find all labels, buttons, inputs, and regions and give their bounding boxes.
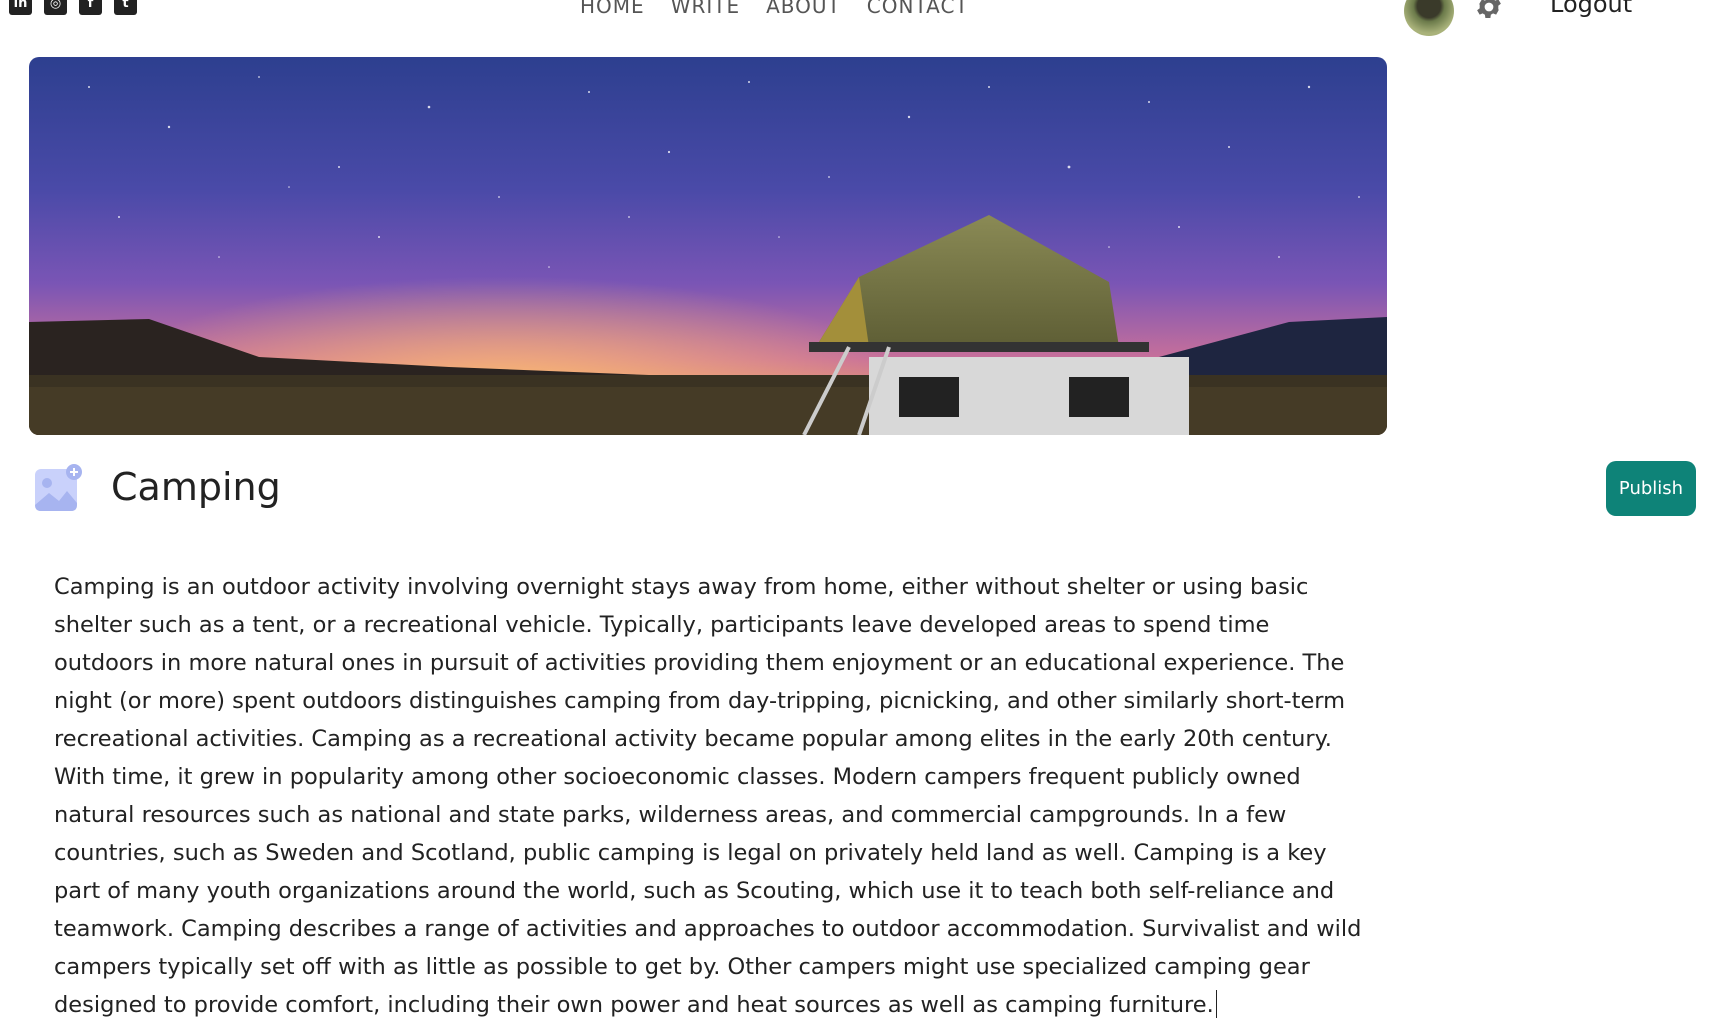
nav-contact[interactable]: CONTACT <box>867 0 969 18</box>
top-bar: in ◎ f t HOME WRITE ABOUT CONTACT Logout <box>0 0 1724 36</box>
post-title-input[interactable]: Camping <box>111 465 281 509</box>
main-nav: HOME WRITE ABOUT CONTACT <box>580 0 969 18</box>
logout-link[interactable]: Logout <box>1550 0 1632 18</box>
post-body-textarea[interactable]: Camping is an outdoor activity involving… <box>54 568 1364 1024</box>
avatar[interactable] <box>1404 0 1454 36</box>
twitter-icon[interactable]: t <box>114 0 137 15</box>
text-caret <box>1215 990 1217 1018</box>
nav-home[interactable]: HOME <box>580 0 645 18</box>
linkedin-icon[interactable]: in <box>9 0 32 15</box>
gear-icon[interactable] <box>1474 0 1504 22</box>
social-links: in ◎ f t <box>9 0 137 15</box>
facebook-icon[interactable]: f <box>79 0 102 15</box>
add-image-icon[interactable] <box>33 463 83 513</box>
nav-write[interactable]: WRITE <box>671 0 740 18</box>
publish-button[interactable]: Publish <box>1606 461 1696 516</box>
nav-about[interactable]: ABOUT <box>766 0 841 18</box>
camping-tent-night-image <box>29 57 1387 435</box>
cover-image <box>29 57 1387 435</box>
post-body-text: Camping is an outdoor activity involving… <box>54 574 1362 1018</box>
instagram-icon[interactable]: ◎ <box>44 0 67 15</box>
